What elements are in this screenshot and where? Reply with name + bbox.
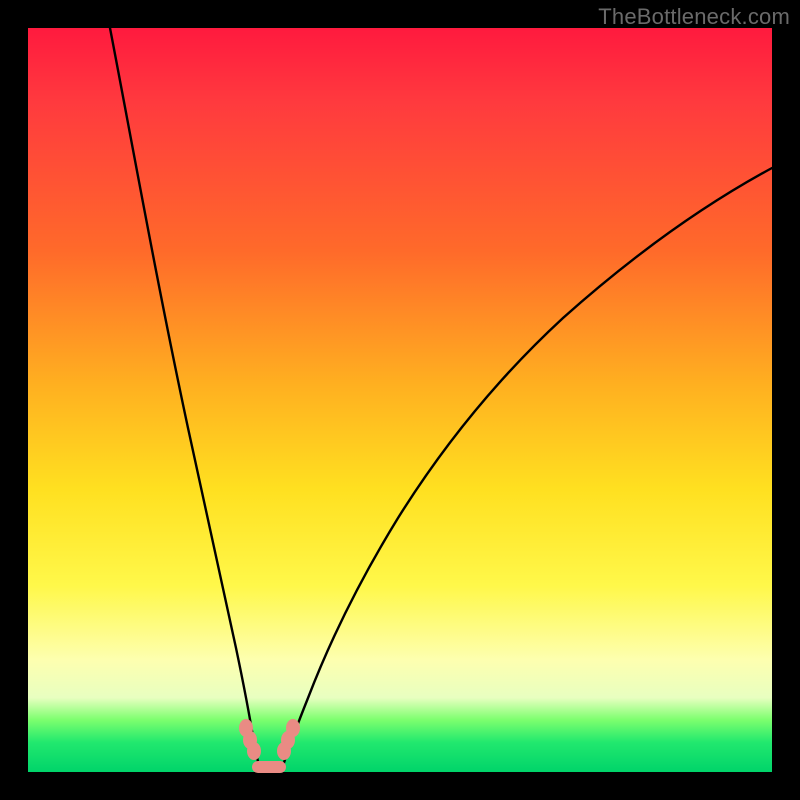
plot-area	[28, 28, 772, 772]
left-curve	[110, 28, 260, 769]
curve-layer	[28, 28, 772, 772]
watermark-text: TheBottleneck.com	[598, 4, 790, 30]
marker-dot	[247, 742, 261, 760]
marker-dot	[286, 719, 300, 737]
bottom-pill-marker	[252, 761, 286, 773]
right-curve	[282, 168, 772, 769]
chart-frame: TheBottleneck.com	[0, 0, 800, 800]
